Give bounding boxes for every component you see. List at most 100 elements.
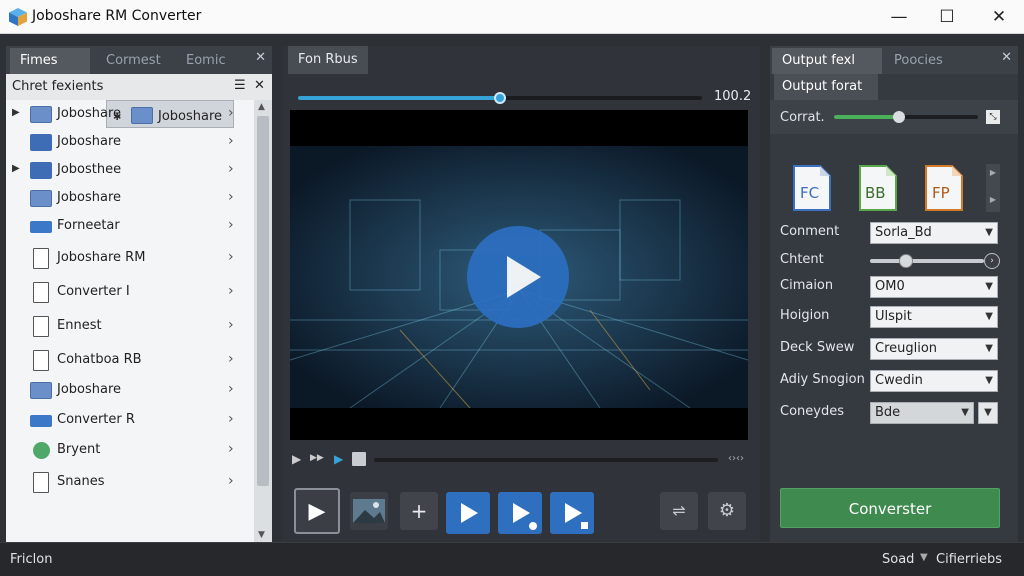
- minimize-button[interactable]: —: [874, 0, 924, 34]
- tab-output-fexl[interactable]: Output fexl: [772, 48, 882, 74]
- maximize-button[interactable]: ☐: [922, 0, 972, 34]
- list-item-label: Forneetar: [57, 218, 120, 233]
- conment-select[interactable]: Sorla_Bd ▼: [870, 222, 998, 244]
- list-item[interactable]: Ennest ›: [6, 312, 254, 346]
- play-action-button-1[interactable]: [446, 492, 490, 534]
- video-preview[interactable]: [290, 110, 748, 440]
- list-item[interactable]: Joboshare RM ›: [6, 244, 254, 278]
- corrat-handle[interactable]: [892, 111, 905, 123]
- scroll-down-icon[interactable]: ▼: [258, 530, 265, 540]
- list-item[interactable]: ▶ Jobosthee ›: [6, 156, 254, 184]
- list-item[interactable]: Cohatboa RB ›: [6, 346, 254, 376]
- list-item[interactable]: Snanes ›: [6, 468, 254, 498]
- play-button[interactable]: ▶: [294, 488, 340, 534]
- play-dot-icon: [513, 503, 537, 530]
- filter-icon[interactable]: ☰: [234, 78, 246, 93]
- mini-transport: ▶ ▶▶ ▶ ‹›‹›: [290, 450, 748, 472]
- chevron-right-icon[interactable]: ›: [228, 473, 234, 489]
- list-item[interactable]: Joboshare ›: [6, 184, 254, 212]
- close-button[interactable]: ✕: [974, 0, 1024, 34]
- list-item[interactable]: Joboshare ›: [6, 128, 254, 156]
- list-item[interactable]: ▶ Joboshare ›: [6, 100, 254, 128]
- chevron-right-icon[interactable]: ›: [228, 381, 234, 397]
- cimaion-label: Cimaion: [780, 278, 834, 293]
- mini-step-icon[interactable]: ▶▶: [310, 453, 324, 463]
- status-bar: Friclon Soad ▼ Cifierriebs: [0, 542, 1024, 576]
- tab-fimes[interactable]: Fimes: [10, 48, 90, 74]
- list-item-label: Converter I: [57, 284, 130, 299]
- format-scroll-down-icon[interactable]: ▶: [986, 195, 1000, 204]
- fp-format-icon[interactable]: FP: [924, 164, 964, 212]
- list-item[interactable]: Forneetar ›: [6, 212, 254, 244]
- progress-handle[interactable]: [494, 92, 506, 104]
- scrollbar-thumb[interactable]: [257, 116, 269, 486]
- close-right-panel-icon[interactable]: ✕: [1001, 50, 1012, 65]
- list-item[interactable]: Converter R ›: [6, 406, 254, 436]
- format-scroll[interactable]: ▶ ▶: [986, 164, 1000, 212]
- hoigion-value: Ulspit: [875, 309, 912, 324]
- chevron-right-icon[interactable]: ›: [228, 283, 234, 299]
- thumbnail-button[interactable]: [350, 492, 388, 530]
- play-action-button-2[interactable]: [498, 492, 542, 534]
- chevron-right-icon[interactable]: ›: [228, 217, 234, 233]
- chevron-right-icon[interactable]: ›: [228, 411, 234, 427]
- adiy-snogion-select[interactable]: Cwedin ▼: [870, 370, 998, 392]
- tab-cormest[interactable]: Cormest: [96, 48, 174, 74]
- chevron-right-icon[interactable]: ›: [228, 441, 234, 457]
- list-item[interactable]: Bryent ›: [6, 436, 254, 468]
- coneydes-dropdown-button[interactable]: ▼: [978, 402, 998, 424]
- chtent-slider-handle[interactable]: [899, 254, 914, 268]
- tab-fon-rbus[interactable]: Fon Rbus: [288, 46, 368, 74]
- play-icon: [507, 256, 541, 298]
- chevron-right-icon[interactable]: ›: [228, 161, 234, 177]
- list-item-label: Bryent: [57, 442, 101, 457]
- deck-swew-select[interactable]: Creuglion ▼: [870, 338, 998, 360]
- chtent-next-icon[interactable]: ›: [984, 253, 1000, 269]
- corrat-track[interactable]: [834, 115, 978, 119]
- chevron-right-icon[interactable]: ›: [228, 317, 234, 333]
- settings-gear-icon[interactable]: ⚙: [708, 492, 746, 530]
- adiy-snogion-label: Adiy Snogion: [780, 372, 865, 387]
- close-list-icon[interactable]: ✕: [254, 78, 265, 93]
- subtab-output-forat[interactable]: Output forat: [774, 74, 878, 100]
- mini-stop-icon[interactable]: [352, 452, 366, 466]
- coneydes-select[interactable]: Bde ▼: [870, 402, 974, 424]
- chevron-down-icon: ▼: [961, 407, 969, 418]
- time-end: ‹›‹›: [728, 453, 744, 464]
- hoigion-select[interactable]: Ulspit ▼: [870, 306, 998, 328]
- chevron-right-icon[interactable]: ›: [228, 105, 234, 121]
- tab-eomic[interactable]: Eomic: [176, 48, 246, 74]
- tab-poocies[interactable]: Poocies: [884, 48, 974, 74]
- app-logo-icon: [9, 8, 27, 26]
- list-item-label: Joboshare: [57, 190, 122, 205]
- list-scrollbar[interactable]: ▲ ▼: [254, 100, 272, 544]
- mini-play-icon[interactable]: ▶: [292, 452, 301, 466]
- scroll-up-icon[interactable]: ▲: [258, 102, 265, 112]
- big-play-button[interactable]: [467, 226, 569, 328]
- list-header-label: Chret fexients: [12, 79, 104, 94]
- timeline-track[interactable]: [374, 458, 718, 462]
- chevron-right-icon[interactable]: ›: [228, 351, 234, 367]
- swap-icon[interactable]: ⇌: [660, 492, 698, 530]
- list-item[interactable]: Converter I ›: [6, 278, 254, 312]
- chevron-right-icon[interactable]: ›: [228, 133, 234, 149]
- list-item[interactable]: Joboshare ›: [6, 376, 254, 406]
- progress-fill: [298, 96, 500, 100]
- expand-icon[interactable]: ⤡: [986, 110, 1000, 124]
- chevron-right-icon[interactable]: ›: [228, 249, 234, 265]
- play-action-button-3[interactable]: [550, 492, 594, 534]
- preview-panel: Fon Rbus 100.2 ▶ ▶▶ ▶ ‹›‹› ▶ + ⇌ ⚙: [282, 46, 760, 542]
- chevron-right-icon[interactable]: ›: [228, 189, 234, 205]
- expand-arrow-icon[interactable]: ▶: [12, 163, 20, 174]
- mini-next-icon[interactable]: ▶: [334, 452, 343, 466]
- convert-button[interactable]: Converster: [780, 488, 1000, 528]
- bb-format-icon[interactable]: BB: [858, 164, 898, 212]
- expand-arrow-icon[interactable]: ▶: [12, 107, 20, 118]
- format-scroll-up-icon[interactable]: ▶: [986, 168, 1000, 177]
- chtent-slider-track[interactable]: [870, 259, 984, 263]
- list-item-label: Cohatboa RB: [57, 352, 142, 367]
- fc-format-icon[interactable]: FC: [792, 164, 832, 212]
- cimaion-select[interactable]: OM0 ▼: [870, 276, 998, 298]
- add-button[interactable]: +: [400, 492, 438, 530]
- close-panel-icon[interactable]: ✕: [255, 50, 266, 65]
